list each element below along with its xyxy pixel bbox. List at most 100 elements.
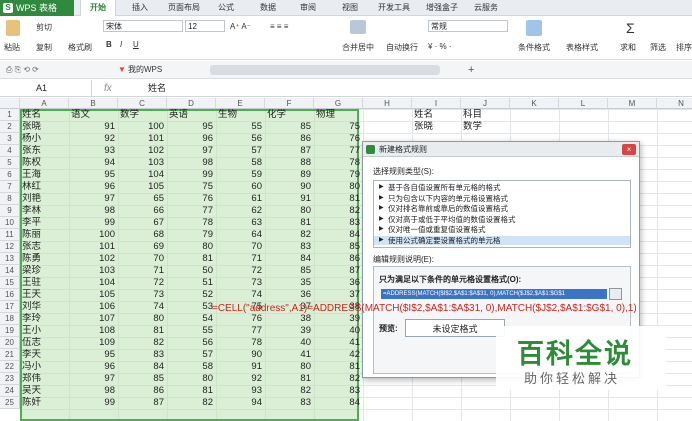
column-header-a[interactable]: A (20, 98, 69, 109)
cell[interactable]: 81 (316, 193, 363, 205)
cell[interactable]: 89 (267, 169, 314, 181)
row-header[interactable]: 10 (0, 217, 20, 229)
cell[interactable]: 76 (218, 313, 265, 325)
cell[interactable]: 75 (316, 121, 363, 133)
cell[interactable]: 80 (267, 361, 314, 373)
cell[interactable]: 86 (120, 385, 167, 397)
cell[interactable]: 93 (218, 385, 265, 397)
cell[interactable]: 73 (218, 277, 265, 289)
row-header[interactable]: 15 (0, 277, 20, 289)
row-header[interactable]: 8 (0, 193, 20, 205)
cell[interactable]: 86 (267, 133, 314, 145)
cell[interactable]: 40 (316, 325, 363, 337)
row-header[interactable]: 2 (0, 121, 20, 133)
cell[interactable]: 99 (71, 217, 118, 229)
cell[interactable]: 刘艳 (22, 193, 69, 205)
cell[interactable]: 98 (71, 205, 118, 217)
cell[interactable]: 80 (316, 181, 363, 193)
tab-page-layout[interactable]: 页面布局 (168, 0, 200, 16)
cell[interactable]: 81 (267, 217, 314, 229)
tab-enhance-box[interactable]: 增强盒子 (426, 0, 458, 16)
cell[interactable]: 83 (316, 217, 363, 229)
fx-icon[interactable]: fx (104, 80, 112, 97)
cell[interactable]: 86 (316, 253, 363, 265)
column-header-c[interactable]: C (118, 98, 167, 109)
cell[interactable]: 87 (120, 397, 167, 409)
cell[interactable]: 56 (218, 133, 265, 145)
number-format-select[interactable]: 常规 (428, 20, 508, 32)
cell[interactable]: 82 (169, 397, 216, 409)
cell[interactable]: 85 (267, 265, 314, 277)
underline-icon[interactable]: U (133, 40, 139, 49)
cell[interactable]: 38 (267, 313, 314, 325)
rule-type-item[interactable]: ▶ 基于各自值设置所有单元格的格式 (374, 183, 630, 193)
font-size-select[interactable]: 12 (185, 20, 225, 32)
rule-type-item[interactable]: ▶ 仅对唯一值或重复值设置格式 (374, 225, 630, 235)
merge-center-button[interactable]: 合并居中 (342, 42, 374, 53)
cell[interactable]: 61 (218, 193, 265, 205)
cell[interactable]: 68 (120, 229, 167, 241)
cell[interactable]: 96 (71, 361, 118, 373)
row-header[interactable]: 6 (0, 169, 20, 181)
lookup-cell[interactable]: 张晓 (414, 121, 461, 133)
paste-icon[interactable] (6, 20, 20, 36)
cell[interactable]: 87 (316, 265, 363, 277)
close-icon[interactable]: × (622, 144, 636, 155)
cell[interactable]: 陈勇 (22, 253, 69, 265)
cell[interactable]: 105 (120, 181, 167, 193)
cell[interactable]: 李玲 (22, 313, 69, 325)
conditional-format-button[interactable]: 条件格式 (518, 42, 550, 53)
column-header-m[interactable]: M (608, 98, 657, 109)
cell[interactable]: 84 (316, 397, 363, 409)
cell[interactable]: 吴天 (22, 385, 69, 397)
sum-button[interactable]: 求和 (620, 42, 636, 53)
cell[interactable]: 87 (267, 145, 314, 157)
cell[interactable]: 35 (267, 277, 314, 289)
collapse-range-icon[interactable] (609, 288, 622, 300)
cell[interactable]: 105 (71, 289, 118, 301)
cell[interactable]: 82 (120, 337, 167, 349)
column-header-i[interactable]: I (412, 98, 461, 109)
row-header[interactable]: 17 (0, 301, 20, 313)
cell[interactable]: 96 (71, 181, 118, 193)
filter-button[interactable]: 筛选 (650, 42, 666, 53)
cell[interactable]: 71 (120, 265, 167, 277)
cell[interactable]: 101 (120, 133, 167, 145)
cell[interactable]: 36 (267, 289, 314, 301)
cell[interactable]: 76 (316, 133, 363, 145)
column-header-n[interactable]: N (657, 98, 692, 109)
row-header[interactable]: 18 (0, 313, 20, 325)
cell[interactable]: 85 (267, 121, 314, 133)
cell[interactable]: 100 (120, 121, 167, 133)
cell[interactable]: 81 (120, 325, 167, 337)
cell[interactable]: 69 (120, 241, 167, 253)
sum-icon[interactable]: Σ (626, 20, 635, 36)
select-all-corner[interactable] (0, 98, 20, 109)
cell[interactable]: 80 (169, 373, 216, 385)
cell[interactable]: 72 (218, 265, 265, 277)
cell[interactable]: 陈丽 (22, 229, 69, 241)
cell[interactable]: 王海 (22, 169, 69, 181)
cell[interactable]: 梁珍 (22, 265, 69, 277)
cell[interactable]: 83 (120, 349, 167, 361)
cell[interactable]: 60 (218, 181, 265, 193)
cell[interactable]: 42 (316, 349, 363, 361)
cell[interactable]: 103 (120, 157, 167, 169)
row-header[interactable]: 4 (0, 145, 20, 157)
column-header-b[interactable]: B (69, 98, 118, 109)
cell[interactable]: 91 (267, 193, 314, 205)
cell[interactable]: 94 (218, 397, 265, 409)
tab-data[interactable]: 数据 (260, 0, 276, 16)
paste-button[interactable]: 粘贴 (4, 42, 20, 53)
cell[interactable]: 65 (120, 193, 167, 205)
cell[interactable]: 99 (169, 169, 216, 181)
sort-button[interactable]: 排序 (676, 42, 692, 53)
quick-access-icons[interactable]: ⎙ ⎘ ⟲ ⟳ (6, 65, 39, 75)
cell[interactable]: 生物 (218, 109, 265, 121)
cell[interactable]: 81 (169, 253, 216, 265)
cell[interactable]: 81 (316, 361, 363, 373)
cell[interactable]: 63 (218, 217, 265, 229)
cell[interactable]: 53 (169, 301, 216, 313)
cell[interactable]: 98 (169, 157, 216, 169)
cell[interactable]: 95 (169, 121, 216, 133)
